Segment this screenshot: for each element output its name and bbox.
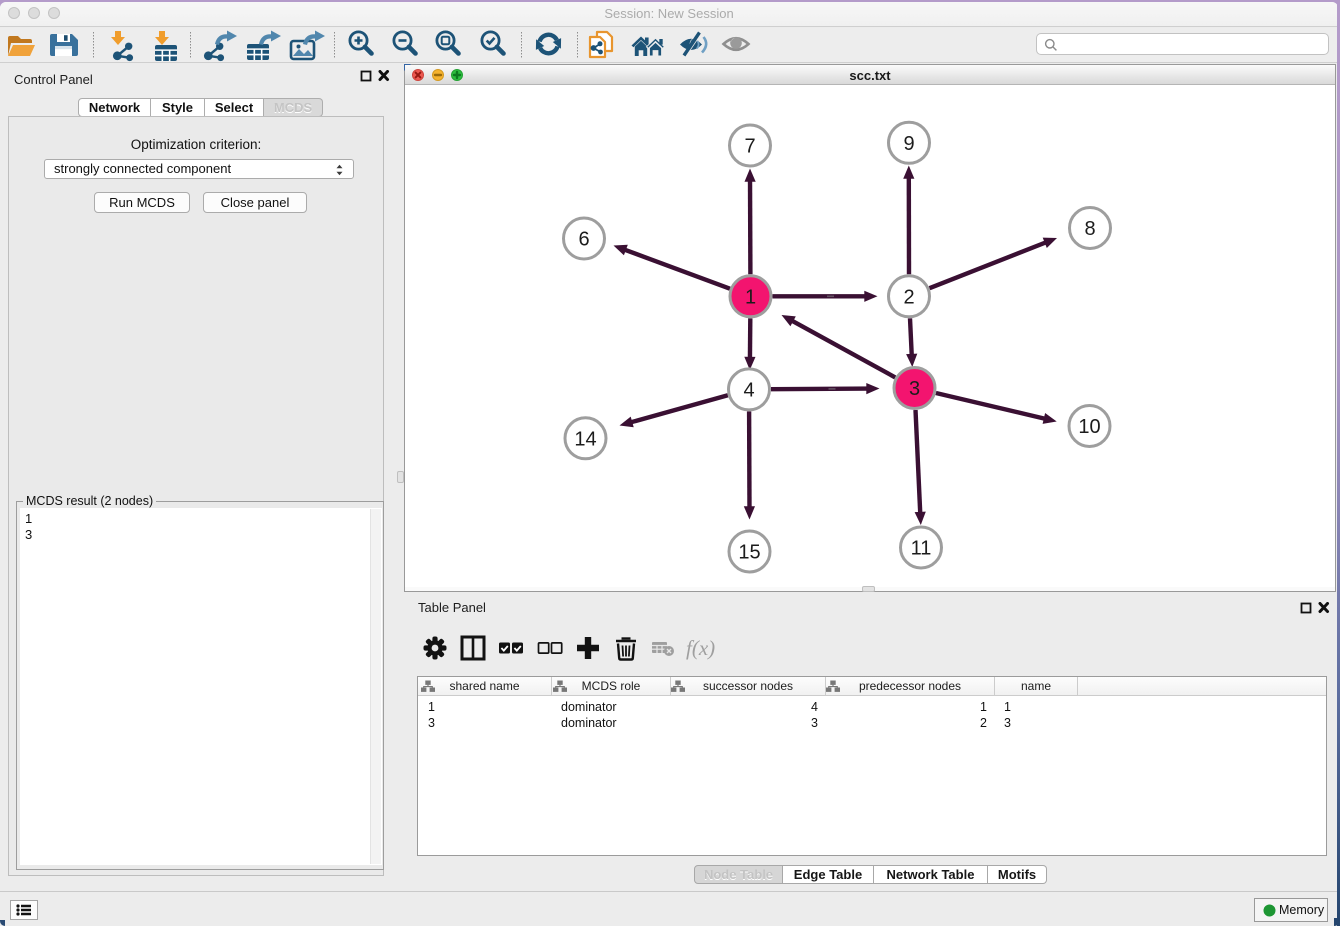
svg-text:11: 11 xyxy=(911,538,932,560)
svg-text:8: 8 xyxy=(1084,218,1095,240)
svg-text:4: 4 xyxy=(743,379,754,401)
svg-text:14: 14 xyxy=(574,428,596,450)
svg-text:10: 10 xyxy=(1078,416,1100,438)
svg-text:6: 6 xyxy=(578,229,589,251)
svg-text:f(x): f(x) xyxy=(686,636,715,660)
svg-text:15: 15 xyxy=(738,542,760,564)
svg-text:3: 3 xyxy=(909,378,920,400)
svg-text:2: 2 xyxy=(903,286,914,308)
svg-text:7: 7 xyxy=(744,136,755,158)
svg-text:9: 9 xyxy=(903,133,914,155)
svg-text:1: 1 xyxy=(745,286,756,308)
